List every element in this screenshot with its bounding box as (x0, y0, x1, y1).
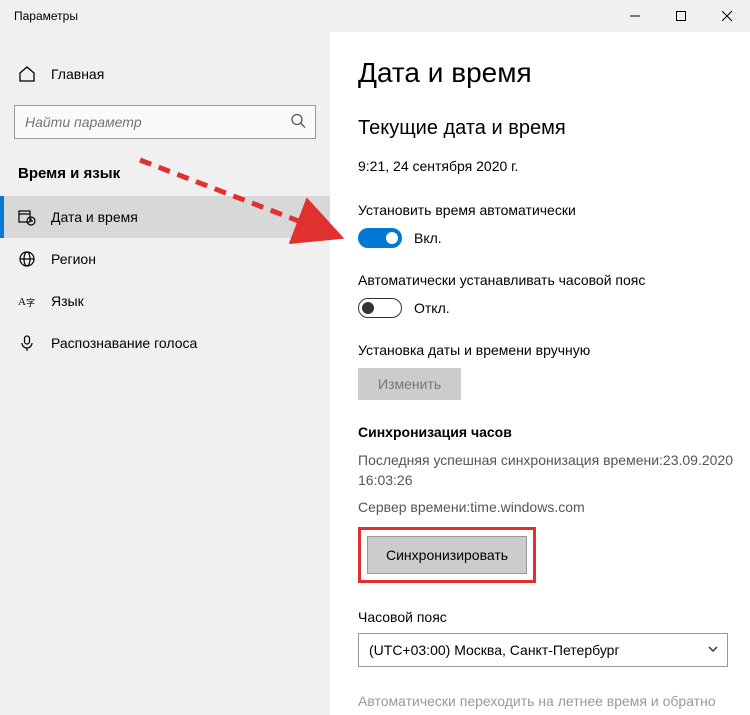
timezone-label: Часовой пояс (358, 609, 750, 625)
auto-time-label: Установить время автоматически (358, 202, 750, 218)
manual-set-label: Установка даты и времени вручную (358, 342, 750, 358)
auto-tz-state: Откл. (414, 300, 450, 316)
main-content: Дата и время Текущие дата и время 9:21, … (330, 32, 750, 715)
title-bar: Параметры (0, 0, 750, 32)
search-container (14, 105, 316, 139)
sidebar-item-region[interactable]: Регион (0, 238, 330, 280)
sidebar: Главная Время и язык Дата и время (0, 32, 330, 715)
sidebar-item-label: Регион (51, 251, 96, 267)
search-input[interactable] (14, 105, 316, 139)
home-icon (18, 65, 36, 83)
minimize-button[interactable] (612, 0, 658, 32)
sync-section: Синхронизация часов Последняя успешная с… (358, 424, 750, 583)
dst-label: Автоматически переходить на летнее время… (358, 693, 750, 709)
globe-icon (18, 250, 36, 268)
sidebar-item-date-time[interactable]: Дата и время (0, 196, 330, 238)
sidebar-item-language[interactable]: A 字 Язык (0, 280, 330, 322)
auto-tz-label: Автоматически устанавливать часовой пояс (358, 272, 750, 288)
sidebar-home[interactable]: Главная (0, 57, 330, 91)
current-datetime: 9:21, 24 сентября 2020 г. (358, 158, 750, 174)
manual-set-setting: Установка даты и времени вручную Изменит… (358, 342, 750, 400)
maximize-button[interactable] (658, 0, 704, 32)
close-button[interactable] (704, 0, 750, 32)
microphone-icon (18, 334, 36, 352)
auto-tz-setting: Автоматически устанавливать часовой пояс… (358, 272, 750, 318)
sidebar-category: Время и язык (0, 157, 330, 196)
chevron-down-icon (707, 642, 719, 658)
auto-time-state: Вкл. (414, 230, 442, 246)
section-current-heading: Текущие дата и время (358, 117, 750, 140)
sync-last-info: Последняя успешная синхронизация времени… (358, 450, 750, 491)
auto-time-setting: Установить время автоматически Вкл. (358, 202, 750, 248)
svg-text:字: 字 (26, 297, 35, 308)
calendar-clock-icon (18, 208, 36, 226)
timezone-select[interactable]: (UTC+03:00) Москва, Санкт-Петербург (358, 633, 728, 667)
sidebar-home-label: Главная (51, 66, 104, 82)
timezone-section: Часовой пояс (UTC+03:00) Москва, Санкт-П… (358, 609, 750, 667)
change-button: Изменить (358, 368, 461, 400)
timezone-selected: (UTC+03:00) Москва, Санкт-Петербург (369, 642, 620, 658)
svg-text:A: A (18, 296, 26, 308)
auto-tz-toggle[interactable] (358, 298, 402, 318)
sidebar-item-label: Язык (51, 293, 84, 309)
dst-section: Автоматически переходить на летнее время… (358, 693, 750, 715)
sidebar-item-label: Распознавание голоса (51, 335, 197, 351)
window-title: Параметры (14, 9, 78, 23)
search-icon (290, 113, 306, 132)
auto-time-toggle[interactable] (358, 228, 402, 248)
sidebar-item-speech[interactable]: Распознавание голоса (0, 322, 330, 364)
sync-server-info: Сервер времени:time.windows.com (358, 497, 750, 517)
sync-highlight-box: Синхронизировать (358, 527, 536, 583)
sync-button[interactable]: Синхронизировать (367, 536, 527, 574)
page-title: Дата и время (358, 57, 750, 89)
sync-heading: Синхронизация часов (358, 424, 750, 440)
language-icon: A 字 (18, 292, 36, 310)
sidebar-item-label: Дата и время (51, 209, 138, 225)
